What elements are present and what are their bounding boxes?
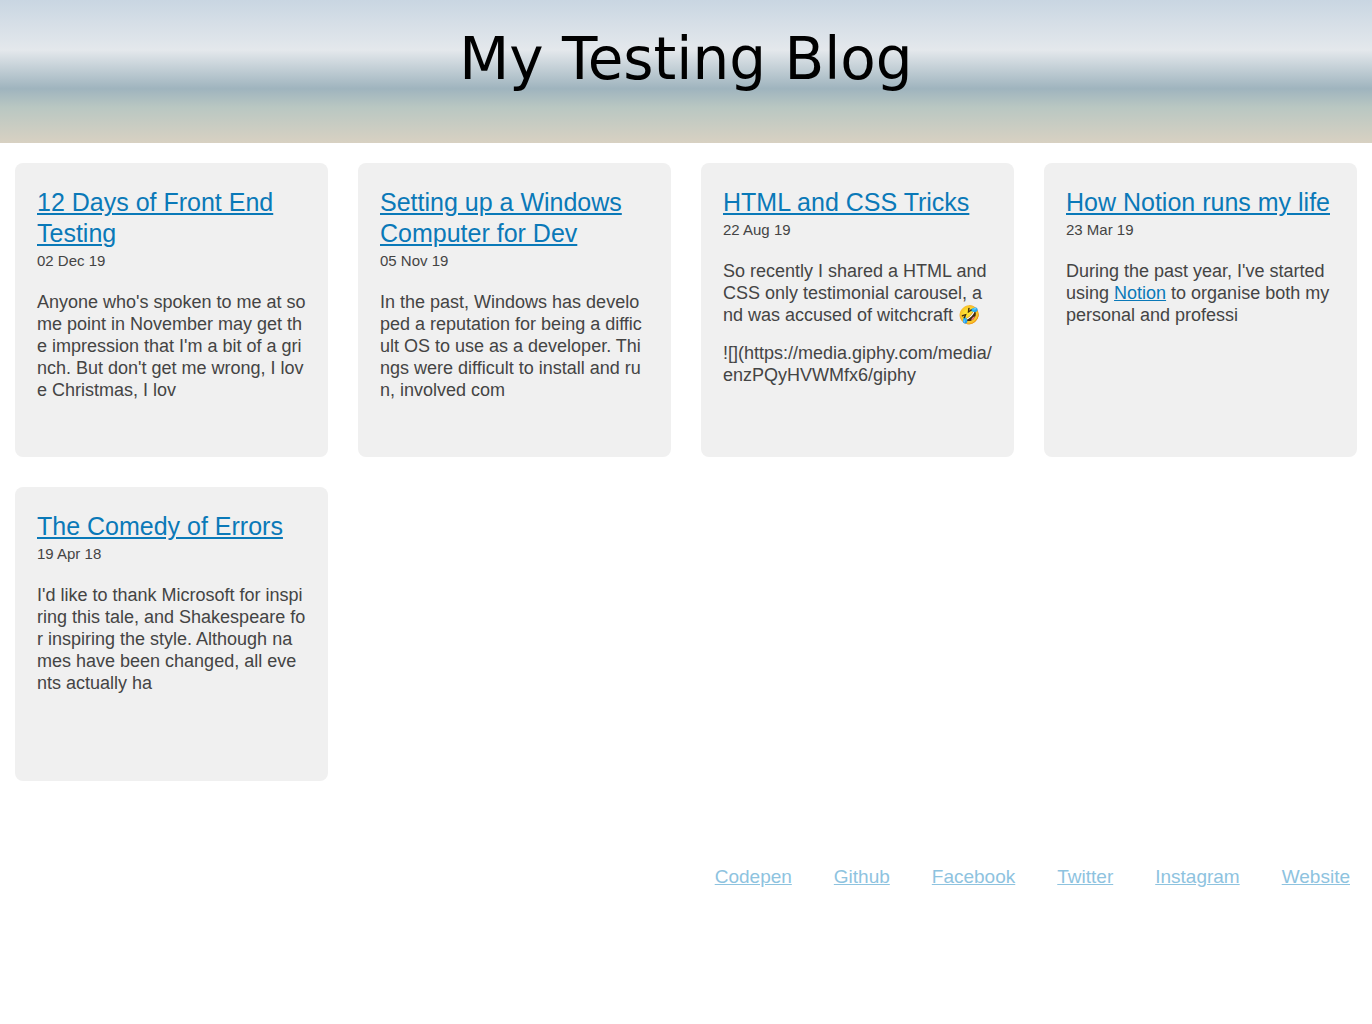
post-excerpt: During the past year, I've started using… <box>1066 260 1335 326</box>
post-grid: 12 Days of Front End Testing02 Dec 19 Any… <box>0 143 1372 781</box>
post-card: How Notion runs my life23 Mar 19 During t… <box>1044 163 1357 457</box>
post-excerpt: Anyone who's spoken to me at some point … <box>37 291 306 401</box>
post-title[interactable]: The Comedy of Errors <box>37 511 306 542</box>
post-title[interactable]: 12 Days of Front End Testing <box>37 187 306 249</box>
excerpt-text: Anyone who's spoken to me at some point … <box>37 292 306 400</box>
page: My Testing Blog 12 Days of Front End Test… <box>0 0 1372 1024</box>
excerpt-paragraph: So recently I shared a HTML and CSS only… <box>723 260 992 326</box>
footer-link[interactable]: Twitter <box>1057 865 1113 889</box>
post-excerpt: So recently I shared a HTML and CSS only… <box>723 260 992 386</box>
footer-link[interactable]: Codepen <box>715 865 792 889</box>
post-date: 19 Apr 18 <box>37 544 306 564</box>
post-title[interactable]: Setting up a Windows Computer for Dev <box>380 187 649 249</box>
excerpt-text: So recently I shared a HTML and CSS only… <box>723 261 986 325</box>
excerpt-paragraph: During the past year, I've started using… <box>1066 260 1335 326</box>
excerpt-paragraph: In the past, Windows has developed a rep… <box>380 291 649 401</box>
post-date: 22 Aug 19 <box>723 220 992 240</box>
post-title[interactable]: How Notion runs my life <box>1066 187 1335 218</box>
excerpt-paragraph: ![](https://media.giphy.com/media/enzPQy… <box>723 342 992 386</box>
post-card: Setting up a Windows Computer for Dev05 … <box>358 163 671 457</box>
post-date: 02 Dec 19 <box>37 251 306 271</box>
excerpt-paragraph: I'd like to thank Microsoft for inspirin… <box>37 584 306 694</box>
post-date: 23 Mar 19 <box>1066 220 1335 240</box>
excerpt-text: In the past, Windows has developed a rep… <box>380 292 642 400</box>
footer-link[interactable]: Facebook <box>932 865 1015 889</box>
post-date: 05 Nov 19 <box>380 251 649 271</box>
post-card: HTML and CSS Tricks22 Aug 19 So recently … <box>701 163 1014 457</box>
post-card: 12 Days of Front End Testing02 Dec 19 Any… <box>15 163 328 457</box>
footer-links: Codepen Github Facebook Twitter Instagram Web… <box>0 865 1372 929</box>
excerpt-text: ![](https://media.giphy.com/media/enzPQy… <box>723 343 992 385</box>
post-title[interactable]: HTML and CSS Tricks <box>723 187 992 218</box>
site-title: My Testing Blog <box>459 24 912 94</box>
excerpt-link[interactable]: Notion <box>1114 283 1166 303</box>
footer-link[interactable]: Instagram <box>1155 865 1239 889</box>
post-excerpt: I'd like to thank Microsoft for inspirin… <box>37 584 306 694</box>
post-card: The Comedy of Errors19 Apr 18 I'd like to… <box>15 487 328 781</box>
footer-link[interactable]: Website <box>1282 865 1350 889</box>
post-excerpt: In the past, Windows has developed a rep… <box>380 291 649 401</box>
excerpt-paragraph: Anyone who's spoken to me at some point … <box>37 291 306 401</box>
footer-link[interactable]: Github <box>834 865 890 889</box>
excerpt-text: I'd like to thank Microsoft for inspirin… <box>37 585 305 693</box>
header-banner: My Testing Blog <box>0 0 1372 143</box>
